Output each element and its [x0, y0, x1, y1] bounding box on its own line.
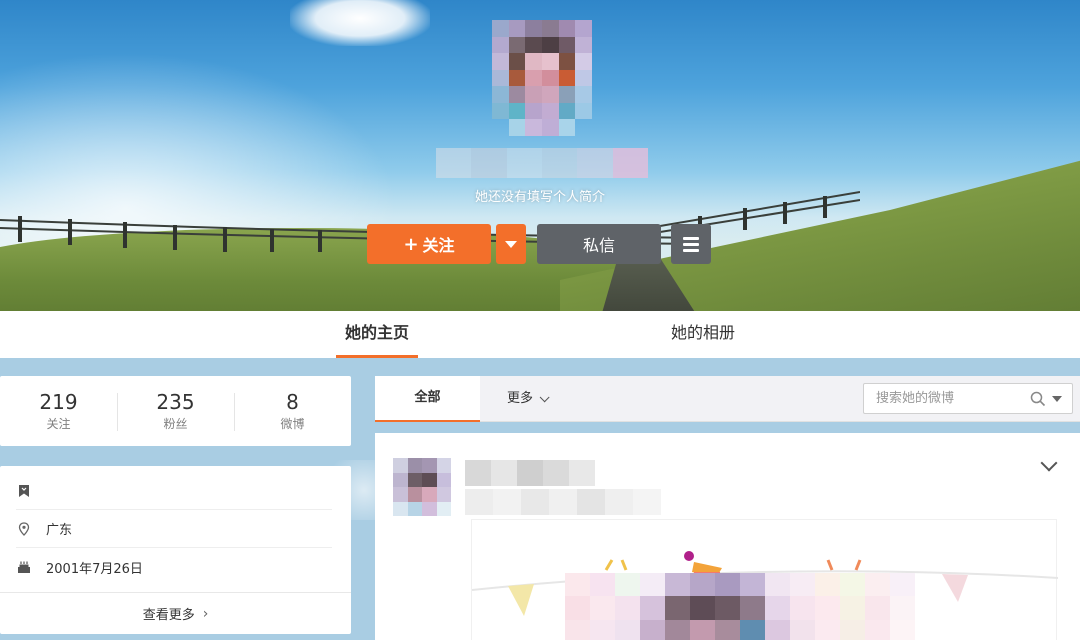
tab-her-album[interactable]: 她的相册: [660, 311, 746, 358]
more-menu-button[interactable]: [671, 224, 711, 264]
post-search-box: [863, 383, 1073, 414]
profile-banner: 她还没有填写个人简介 + 关注 私信: [0, 0, 1080, 311]
stat-following-label: 关注: [46, 417, 71, 431]
bookmark-icon: [16, 483, 32, 499]
hamburger-icon-line: [683, 242, 699, 246]
filter-more-dropdown[interactable]: 更多: [507, 376, 550, 422]
search-options-caret-icon[interactable]: [1052, 396, 1062, 402]
tab-her-homepage[interactable]: 她的主页: [336, 311, 418, 358]
follow-dropdown-button[interactable]: [496, 224, 526, 264]
chevron-down-icon: [539, 391, 550, 402]
info-row-tag: [16, 472, 332, 510]
post-options-chevron-icon[interactable]: [1040, 454, 1058, 472]
post-author-name-pixelated: [465, 460, 595, 486]
location-pin-icon: [16, 521, 32, 537]
stat-posts-count: 8: [286, 390, 299, 414]
follow-label: 关注: [422, 236, 455, 255]
hamburger-icon-line: [683, 248, 699, 252]
info-row-location: 广东: [16, 510, 332, 548]
search-icon[interactable]: [1030, 391, 1046, 407]
info-row-birthday: 2001年7月26日: [16, 548, 332, 586]
stat-posts-label: 微博: [280, 417, 305, 431]
location-text: 广东: [46, 523, 73, 538]
profile-bio: 她还没有填写个人简介: [474, 190, 605, 205]
stat-following[interactable]: 219 关注: [0, 389, 117, 433]
plus-icon: +: [403, 233, 419, 255]
cloud: [290, 0, 430, 46]
view-more-link[interactable]: 查看更多 ›: [0, 592, 351, 634]
post-author-avatar[interactable]: [393, 458, 451, 516]
profile-avatar[interactable]: [492, 20, 592, 136]
feed-post-card: [375, 433, 1080, 640]
stat-followers-label: 粉丝: [163, 417, 188, 431]
birthday-cake-icon: [16, 559, 32, 575]
filter-tab-all[interactable]: 全部: [375, 376, 480, 422]
post-image-pixelated: [565, 573, 915, 640]
birthday-text: 2001年7月26日: [46, 561, 143, 577]
stat-posts[interactable]: 8 微博: [234, 389, 351, 433]
profile-tabbar: 她的主页 她的相册: [0, 311, 1080, 358]
feed-filter-bar: 全部 更多: [375, 376, 1080, 422]
profile-info-card: 广东 2001年7月26日 查看更多 ›: [0, 466, 351, 634]
view-more-label: 查看更多: [142, 608, 195, 623]
stat-followers-count: 235: [156, 390, 195, 414]
post-meta-pixelated: [465, 489, 661, 515]
stats-card: 219 关注 235 粉丝 8 微博: [0, 376, 351, 446]
follow-button[interactable]: + 关注: [367, 224, 491, 264]
post-search-input[interactable]: [864, 384, 1024, 413]
caret-down-icon: [505, 240, 517, 248]
username-pixelated: [436, 148, 648, 178]
stat-followers[interactable]: 235 粉丝: [117, 389, 234, 433]
stat-following-count: 219: [39, 390, 78, 414]
filter-more-label: 更多: [507, 391, 534, 406]
message-button[interactable]: 私信: [537, 224, 661, 264]
message-label: 私信: [582, 236, 615, 255]
hamburger-icon: [683, 236, 699, 240]
chevron-right-icon: ›: [202, 605, 209, 622]
